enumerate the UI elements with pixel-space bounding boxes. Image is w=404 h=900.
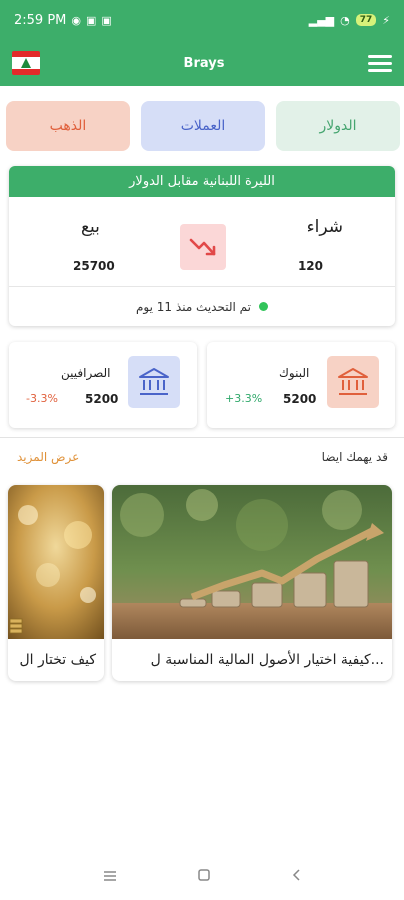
- home-icon[interactable]: [197, 867, 211, 886]
- banks-title: البنوك: [279, 366, 310, 380]
- buy-label: شراء: [306, 217, 343, 237]
- exchangers-title: الصرافيين: [61, 366, 111, 380]
- article-image: [112, 485, 392, 639]
- online-dot-icon: [258, 302, 268, 311]
- status-bar: 2:59 PM ◉ ▣ ▣ ▂▄▆ ◔ 77 ⚡: [0, 0, 404, 40]
- sell-value: 25700: [73, 259, 115, 273]
- category-tabs: الذهب العملات الدولار: [6, 101, 400, 153]
- tab-currencies[interactable]: العملات: [141, 101, 265, 151]
- trend-down-icon: [180, 224, 226, 270]
- tab-gold[interactable]: الذهب: [6, 101, 130, 151]
- banks-change: +3.3%: [225, 392, 263, 405]
- article-title: كيف تختار ال: [19, 652, 96, 668]
- buy-value: 120: [297, 259, 323, 273]
- bank-building-icon: [327, 356, 379, 408]
- update-text: تم التحديث منذ 11 يوم: [136, 299, 251, 314]
- more-section-header: عرض المزيد قد يهمك ايضا: [0, 450, 404, 470]
- recent-apps-icon[interactable]: [103, 867, 117, 886]
- article-card[interactable]: كيفية اختيار الأصول المالية المناسبة ل..…: [112, 485, 392, 681]
- rate-card: الليرة اللبنانية مقابل الدولار بيع 25700…: [9, 166, 395, 326]
- menu-icon[interactable]: [368, 54, 392, 72]
- app-title: Brays: [183, 55, 225, 71]
- system-nav-bar: [0, 852, 404, 900]
- wifi-icon: ◔: [340, 13, 350, 27]
- exchangers-card[interactable]: الصرافيين 5200 -3.3%: [9, 342, 197, 428]
- section-divider: [0, 437, 404, 438]
- sell-label: بيع: [81, 217, 100, 237]
- storage-icon: ▣: [101, 13, 112, 27]
- charging-icon: ⚡: [382, 13, 390, 27]
- article-title: كيفية اختيار الأصول المالية المناسبة ل..…: [150, 652, 384, 668]
- notification-icon: ▣: [86, 13, 97, 27]
- battery-icon: 77: [355, 14, 377, 26]
- lebanon-flag-icon[interactable]: [12, 51, 40, 75]
- status-time: 2:59 PM: [14, 12, 67, 28]
- whatsapp-icon: ◉: [71, 13, 81, 27]
- article-card[interactable]: كيف تختار ال: [8, 485, 104, 681]
- article-image: [8, 485, 104, 639]
- app-bar: Brays: [0, 40, 404, 86]
- exchangers-value: 5200: [85, 392, 119, 406]
- tab-dollar[interactable]: الدولار: [276, 101, 400, 151]
- banks-value: 5200: [283, 392, 317, 406]
- bank-building-icon: [128, 356, 180, 408]
- back-icon[interactable]: [291, 867, 301, 886]
- update-status: تم التحديث منذ 11 يوم: [9, 286, 395, 326]
- banks-card[interactable]: البنوك 5200 +3.3%: [207, 342, 395, 428]
- rate-card-title: الليرة اللبنانية مقابل الدولار: [9, 166, 395, 197]
- signal-icon: ▂▄▆: [308, 13, 335, 27]
- exchangers-change: -3.3%: [26, 392, 58, 405]
- section-title: قد يهمك ايضا: [321, 450, 388, 464]
- see-more-link[interactable]: عرض المزيد: [17, 450, 79, 464]
